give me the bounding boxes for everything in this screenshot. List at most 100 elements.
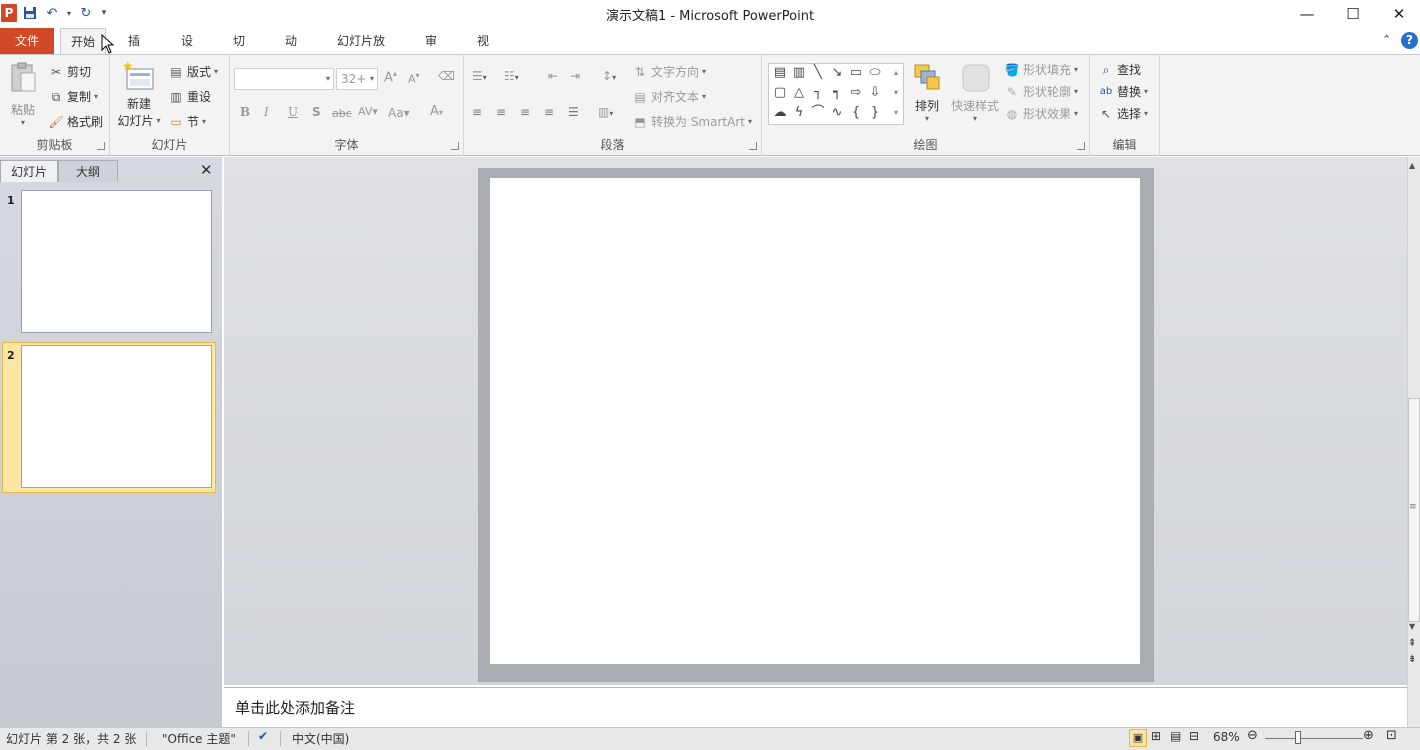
arc-shape-icon[interactable]: ⌒ [809,104,827,122]
find-button[interactable]: ⌕ 查找 [1098,61,1141,78]
shape-outline-button[interactable]: ✎ 形状轮廓 ▾ [1004,83,1078,100]
clipboard-launcher-icon[interactable] [97,142,105,150]
character-spacing-icon[interactable]: AV▾ [358,105,378,118]
line-spacing-icon[interactable]: ↕▾ [602,69,616,83]
tab-view[interactable]: 视图 [462,28,504,74]
close-pane-icon[interactable]: ✕ [200,161,213,179]
text-shadow-icon[interactable]: S [312,105,321,119]
tab-review[interactable]: 审阅 [410,28,452,74]
arrow-line-shape-icon[interactable]: ↘ [828,64,846,82]
cut-button[interactable]: ✂ 剪切 [48,63,91,80]
slide-thumbnail-1[interactable] [21,190,212,333]
oval-shape-icon[interactable]: ⬭ [866,64,884,82]
slideshow-view-icon[interactable]: ⊟ [1189,729,1199,743]
lightning-shape-icon[interactable]: ϟ [790,104,808,122]
select-button[interactable]: ↖ 选择 ▾ [1098,105,1148,122]
tab-transitions[interactable]: 切换 [218,28,260,74]
curve-shape-icon[interactable]: ∿ [828,104,846,122]
theme-status[interactable]: "Office 主题" [162,730,236,747]
maximize-button[interactable]: ☐ [1330,0,1376,28]
zoom-slider-thumb[interactable] [1295,731,1302,744]
shape-fill-button[interactable]: 🪣 形状填充 ▾ [1004,61,1079,78]
format-painter-button[interactable]: 🖌 格式刷 [48,113,103,130]
increase-indent-icon[interactable]: ⇥ [570,69,580,83]
tab-slides[interactable]: 幻灯片 [0,160,58,182]
italic-icon[interactable]: I [264,105,269,119]
left-brace-shape-icon[interactable]: { [847,104,865,122]
normal-view-icon[interactable]: ▣ [1129,729,1147,747]
vertical-textbox-shape-icon[interactable]: ▥ [790,64,808,82]
spell-check-icon[interactable]: ✔ [258,729,268,743]
line-shape-icon[interactable]: ╲ [809,64,827,82]
quick-styles-button[interactable]: 快速样式 ▾ [950,61,1000,123]
down-arrow-shape-icon[interactable]: ⇩ [866,84,884,102]
new-slide-button[interactable]: 新建 幻灯片 ▾ [116,61,162,129]
scroll-up-icon[interactable]: ▲ [1409,161,1415,170]
elbow-arrow-shape-icon[interactable]: ┑ [828,84,846,102]
justify-icon[interactable]: ≡ [544,105,554,119]
tab-design[interactable]: 设计 [166,28,208,74]
align-right-icon[interactable]: ≡ [520,105,530,119]
section-button[interactable]: ▭ 节 ▾ [168,113,206,130]
slide-thumbnail-2[interactable] [21,345,212,488]
rectangle-shape-icon[interactable]: ▭ [847,64,865,82]
distributed-icon[interactable]: ☰ [568,105,579,119]
slide-canvas[interactable] [490,178,1140,664]
tab-slideshow[interactable]: 幻灯片放映 [322,28,400,74]
zoom-slider-track[interactable] [1265,738,1363,739]
tab-animations[interactable]: 动画 [270,28,312,74]
tab-outline[interactable]: 大纲 [58,160,118,182]
gallery-scroll-down-icon[interactable]: ▾ [887,84,905,102]
change-case-icon[interactable]: Aa▾ [388,106,410,120]
align-center-icon[interactable]: ≡ [496,105,506,119]
notes-placeholder[interactable]: 单击此处添加备注 [235,697,355,718]
tab-file[interactable]: 文件 [0,28,54,54]
language-status[interactable]: 中文(中国) [292,730,349,747]
grow-font-icon[interactable]: A▴ [384,69,397,85]
shrink-font-icon[interactable]: A▾ [408,71,420,86]
gallery-scroll-up-icon[interactable]: ▴ [887,64,905,82]
right-arrow-shape-icon[interactable]: ⇨ [847,84,865,102]
scroll-down-icon[interactable]: ▼ [1409,622,1415,631]
elbow-connector-shape-icon[interactable]: ┐ [809,84,827,102]
fit-to-window-icon[interactable]: ⊡ [1386,728,1397,743]
bullets-icon[interactable]: ☰▾ [472,69,487,83]
shape-effects-button[interactable]: ◍ 形状效果 ▾ [1004,105,1078,122]
arrange-button[interactable]: 排列 ▾ [908,61,946,123]
minimize-ribbon-icon[interactable]: ⌃ [1382,33,1391,46]
underline-icon[interactable]: U [288,105,298,119]
textbox-shape-icon[interactable]: ▤ [771,64,789,82]
reading-view-icon[interactable]: ▤ [1170,729,1181,743]
slide-sorter-view-icon[interactable]: ⊞ [1151,729,1161,743]
minimize-button[interactable]: — [1284,0,1330,28]
columns-icon[interactable]: ▥▾ [598,105,613,119]
numbering-icon[interactable]: ☷▾ [504,69,519,83]
notes-pane[interactable] [224,687,1407,727]
font-name-combobox[interactable]: ▾ [234,68,334,90]
zoom-out-icon[interactable]: ⊖ [1247,728,1258,743]
clear-formatting-icon[interactable]: ⌫ [438,69,455,83]
paragraph-launcher-icon[interactable] [749,142,757,150]
previous-slide-icon[interactable]: ⇞ [1408,638,1416,649]
zoom-level[interactable]: 68% [1213,730,1240,744]
paste-button[interactable]: 粘贴 ▾ [6,61,40,127]
decrease-indent-icon[interactable]: ⇤ [548,69,558,83]
replace-button[interactable]: ab 替换 ▾ [1098,83,1148,100]
font-color-icon[interactable]: A▾ [430,104,443,119]
font-launcher-icon[interactable] [451,142,459,150]
text-direction-button[interactable]: ⇅ 文字方向 ▾ [632,63,706,80]
convert-smartart-button[interactable]: ⬒ 转换为 SmartArt ▾ [632,113,752,130]
triangle-shape-icon[interactable]: △ [790,84,808,102]
rounded-rectangle-shape-icon[interactable]: ▢ [771,84,789,102]
shapes-gallery[interactable]: ▤ ▥ ╲ ↘ ▭ ⬭ ▢ △ ┐ ┑ ⇨ ⇩ ☁ ϟ ⌒ ∿ { } ▴ ▾ … [768,63,904,125]
strikethrough-icon[interactable]: abc [332,107,352,120]
next-slide-icon[interactable]: ⇟ [1408,654,1416,665]
align-left-icon[interactable]: ≡ [472,105,482,119]
copy-button[interactable]: ⧉ 复制 ▾ [48,88,98,105]
right-brace-shape-icon[interactable]: } [866,104,884,122]
layout-button[interactable]: ▤ 版式 ▾ [168,63,218,80]
zoom-in-icon[interactable]: ⊕ [1363,728,1374,743]
close-button[interactable]: ✕ [1376,0,1420,28]
align-text-button[interactable]: ▤ 对齐文本 ▾ [632,88,706,105]
drawing-launcher-icon[interactable] [1077,142,1085,150]
